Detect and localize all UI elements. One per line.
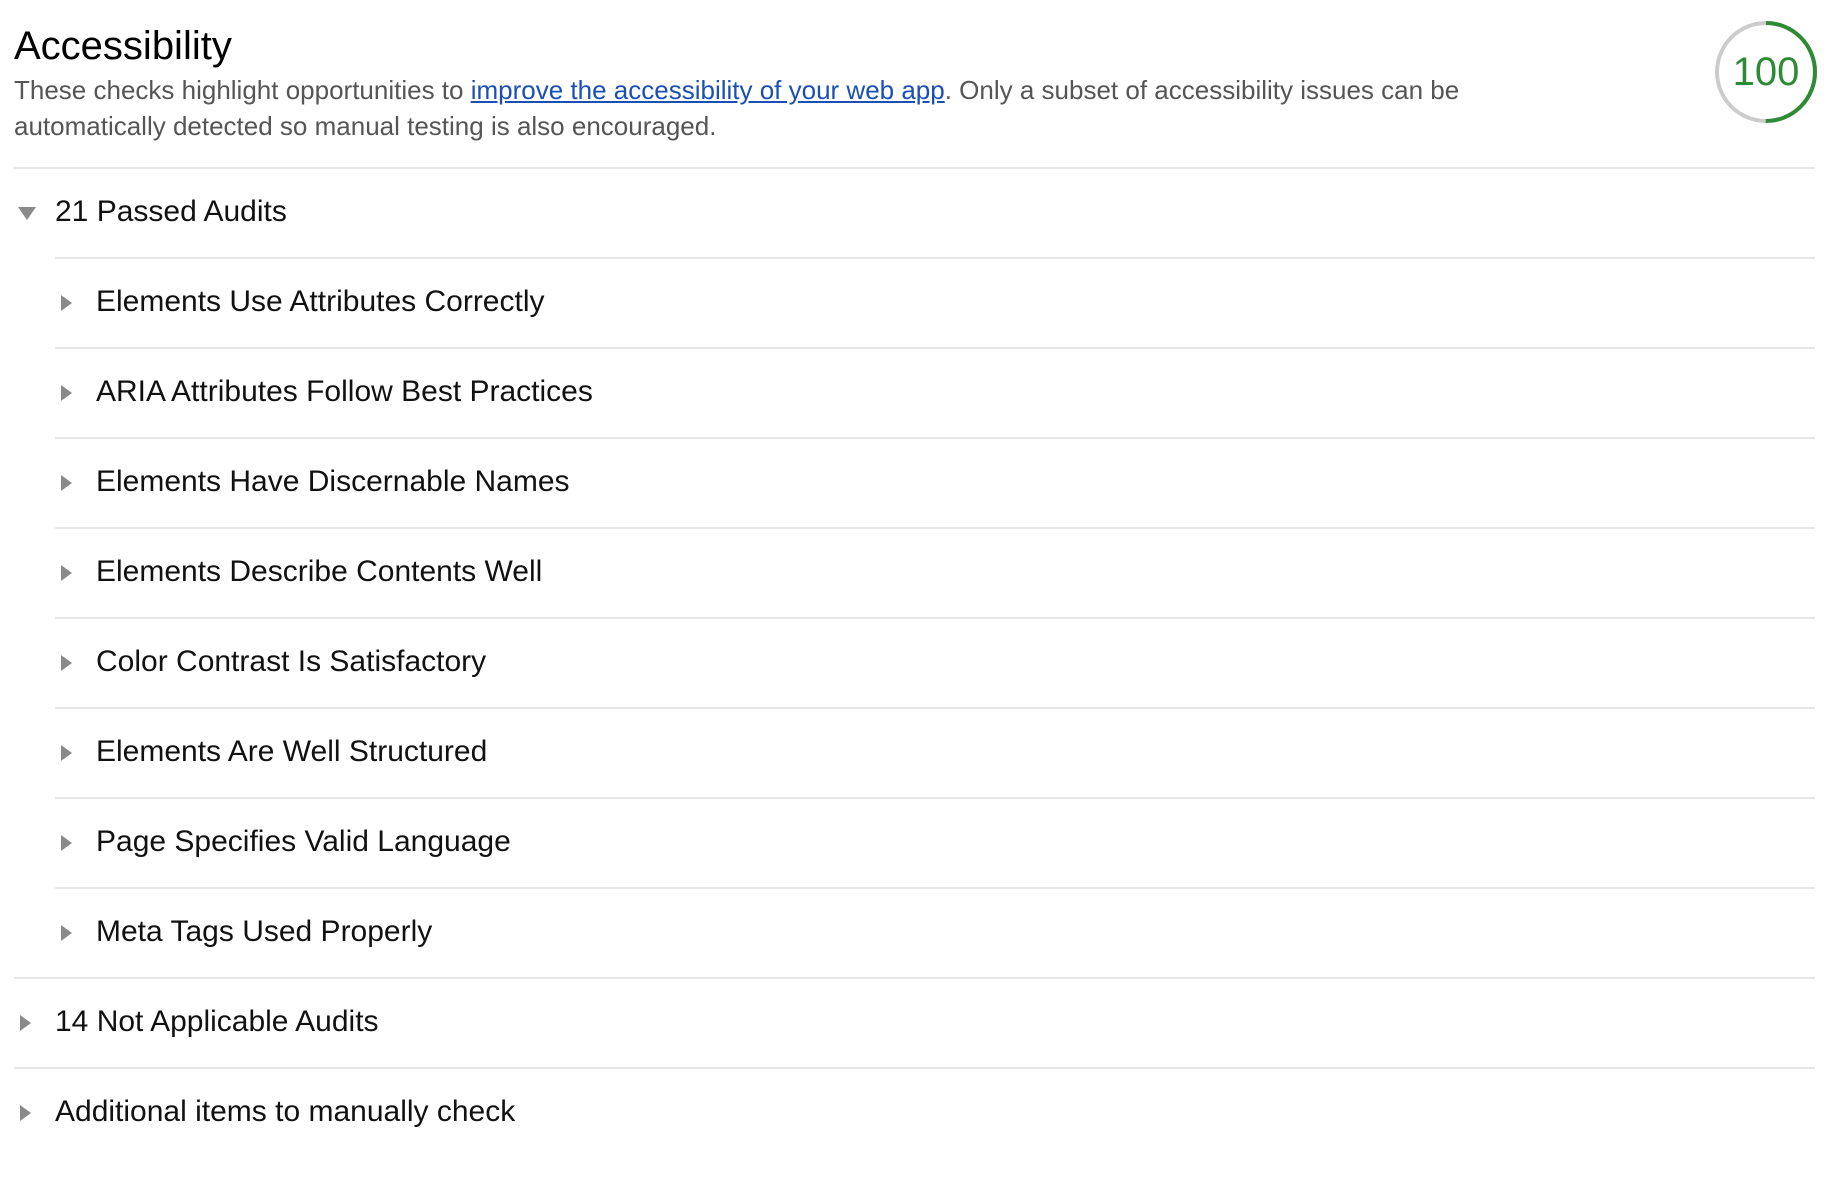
- audit-subgroup-item[interactable]: Page Specifies Valid Language: [55, 797, 1815, 887]
- group-passed-audits[interactable]: 21 Passed Audits: [14, 167, 1815, 257]
- audit-subgroup-label: Elements Have Discernable Names: [96, 465, 570, 498]
- score-value: 100: [1732, 50, 1800, 94]
- group-not-applicable-audits[interactable]: 14 Not Applicable Audits: [14, 977, 1815, 1067]
- audit-subgroup-item[interactable]: Color Contrast Is Satisfactory: [55, 617, 1815, 707]
- description-text-before: These checks highlight opportunities to: [14, 75, 471, 105]
- audit-groups: 21 Passed Audits Elements Use Attributes…: [14, 167, 1815, 1157]
- audit-subgroup-item[interactable]: Elements Have Discernable Names: [55, 437, 1815, 527]
- audit-subgroup-label: Meta Tags Used Properly: [96, 915, 433, 948]
- collapsed-arrow-icon: [61, 925, 72, 941]
- audit-subgroup-label: Elements Are Well Structured: [96, 735, 488, 768]
- collapsed-arrow-icon: [61, 835, 72, 851]
- collapsed-arrow-icon: [61, 655, 72, 671]
- score-gauge: 100: [1714, 20, 1818, 124]
- audit-subgroup-item[interactable]: Elements Are Well Structured: [55, 707, 1815, 797]
- audit-subgroup-item[interactable]: ARIA Attributes Follow Best Practices: [55, 347, 1815, 437]
- audit-subgroup-label: Color Contrast Is Satisfactory: [96, 645, 487, 678]
- category-header: Accessibility These checks highlight opp…: [14, 20, 1614, 144]
- group-manual-check-items[interactable]: Additional items to manually check: [14, 1067, 1815, 1157]
- collapsed-arrow-icon: [61, 295, 72, 311]
- audit-subgroup-label: Page Specifies Valid Language: [96, 825, 511, 858]
- audit-subgroup-label: ARIA Attributes Follow Best Practices: [96, 375, 593, 408]
- group-label: 21 Passed Audits: [55, 195, 287, 228]
- audit-subgroup-label: Elements Use Attributes Correctly: [96, 285, 545, 318]
- audit-subgroup-label: Elements Describe Contents Well: [96, 555, 543, 588]
- category-description: These checks highlight opportunities to …: [14, 72, 1614, 144]
- audit-subgroup-item[interactable]: Meta Tags Used Properly: [55, 887, 1815, 977]
- audit-subgroup-item[interactable]: Elements Use Attributes Correctly: [55, 257, 1815, 347]
- accessibility-learn-more-link[interactable]: improve the accessibility of your web ap…: [471, 75, 945, 105]
- collapsed-arrow-icon: [61, 745, 72, 761]
- group-label: Additional items to manually check: [55, 1095, 516, 1128]
- audit-subgroup-item[interactable]: Elements Describe Contents Well: [55, 527, 1815, 617]
- category-title: Accessibility: [14, 24, 232, 68]
- collapsed-arrow-icon: [20, 1105, 31, 1121]
- collapsed-arrow-icon: [61, 565, 72, 581]
- collapsed-arrow-icon: [20, 1015, 31, 1031]
- group-label: 14 Not Applicable Audits: [55, 1005, 379, 1038]
- collapsed-arrow-icon: [61, 385, 72, 401]
- collapsed-arrow-icon: [61, 475, 72, 491]
- expanded-arrow-icon: [18, 207, 36, 220]
